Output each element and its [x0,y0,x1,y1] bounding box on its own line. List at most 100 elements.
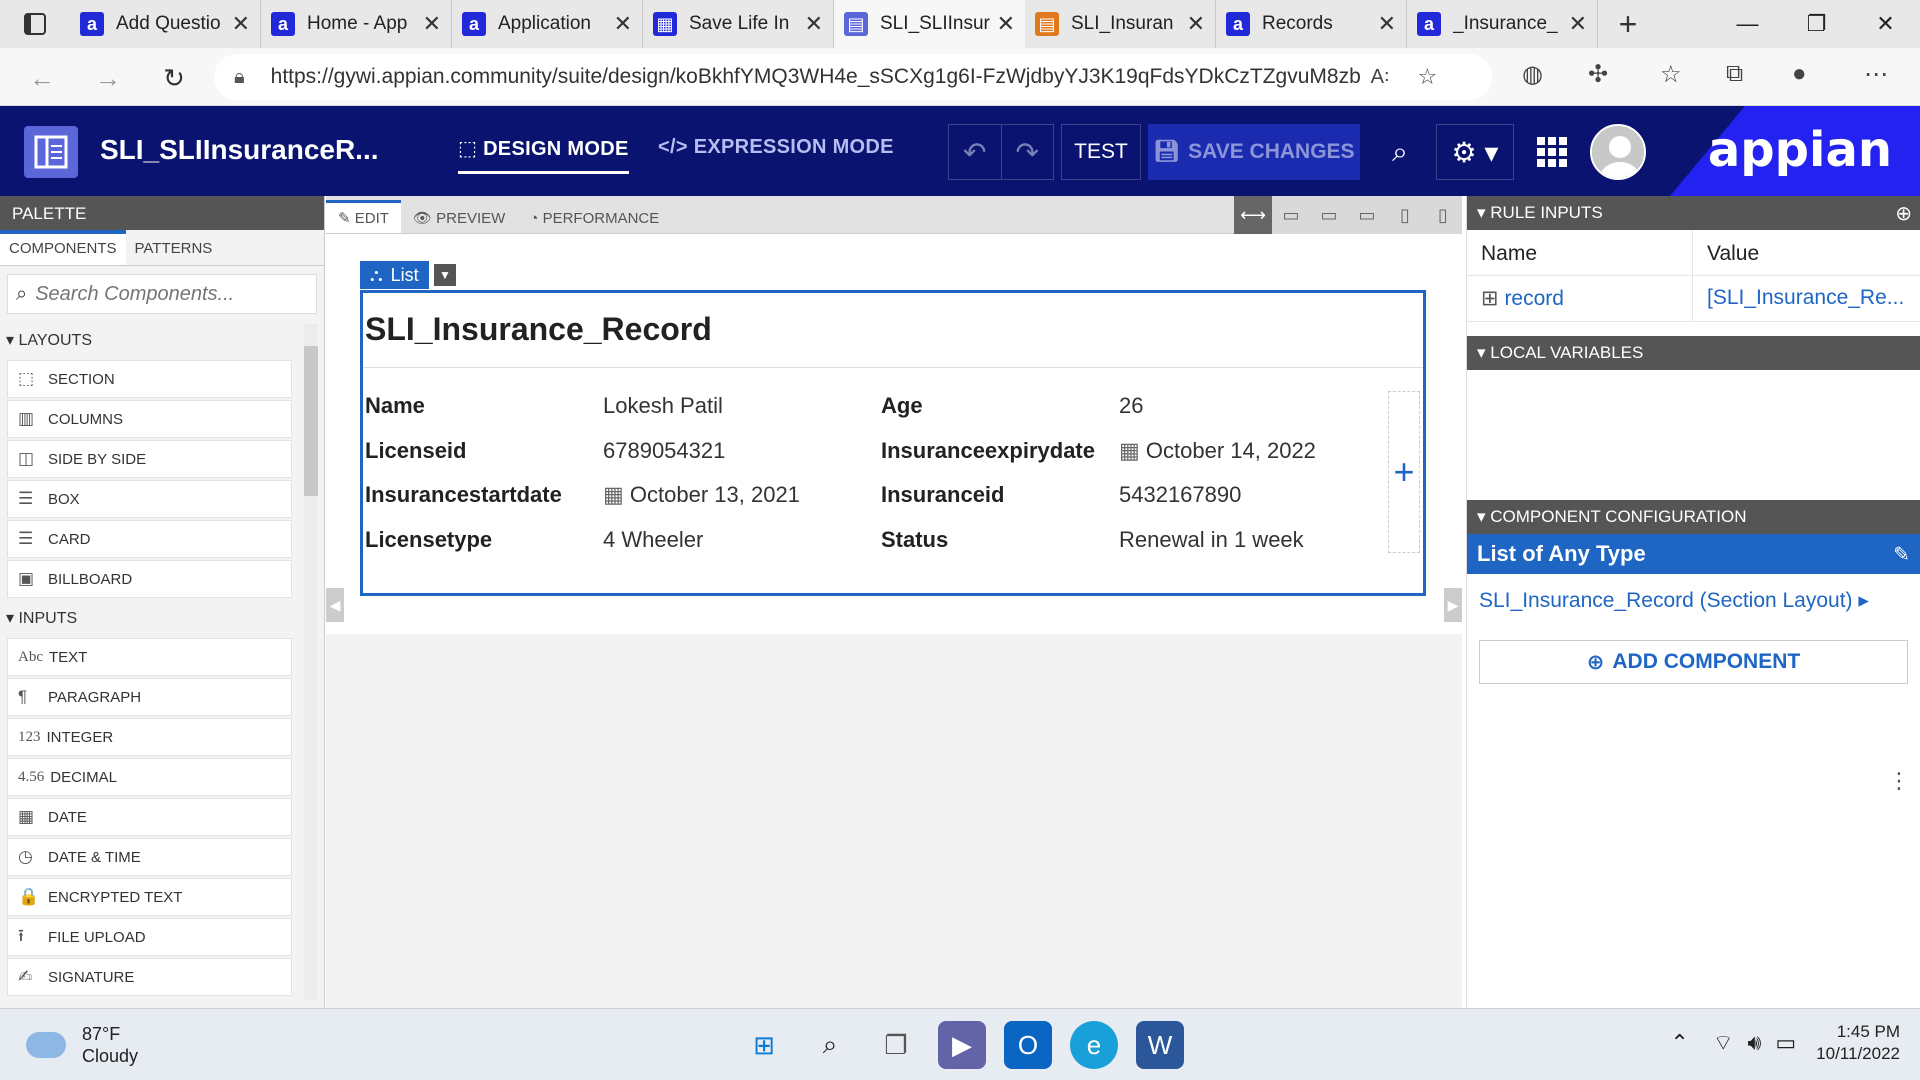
new-tab-button[interactable]: + [1598,0,1658,48]
palette-item[interactable]: ▥ COLUMNS [7,400,292,438]
search-components-input[interactable] [35,282,296,306]
palette-item[interactable]: 4.56 DECIMAL [7,758,292,796]
expression-mode-button[interactable]: </> EXPRESSION MODE [658,136,894,159]
close-window-icon[interactable]: ✕ [1851,0,1920,48]
windows-start-icon[interactable]: ⊞ [740,1021,788,1069]
list-component-chip[interactable]: ⛬ List [360,261,429,289]
browser-tab[interactable]: a Home - App ✕ [261,0,452,48]
extensions-puzzle-icon[interactable]: ✣ [1588,60,1608,89]
local-variables-header[interactable]: ▾ LOCAL VARIABLES [1467,336,1920,370]
collapse-right-icon[interactable]: ▶ [1444,588,1462,622]
close-tab-icon[interactable]: ✕ [1569,11,1587,37]
browser-tab[interactable]: ▤ SLI_Insuran ✕ [1025,0,1216,48]
edge-icon[interactable]: e [1070,1021,1118,1069]
palette-item[interactable]: Abc TEXT [7,638,292,676]
user-avatar[interactable] [1590,124,1646,180]
clock[interactable]: 1:45 PM 10/11/2022 [1816,1021,1900,1065]
palette-item[interactable]: ⬚ SECTION [7,360,292,398]
undo-icon[interactable]: ↶ [949,125,1002,179]
favorites-icon[interactable]: ☆ [1660,60,1682,89]
fit-width-icon[interactable]: ⟷ [1234,196,1272,234]
tab-performance[interactable]: ◔ PERFORMANCE [517,210,671,233]
teams-chat-icon[interactable]: ▶ [938,1021,986,1069]
desktop-icon[interactable]: ▭ [1310,196,1348,234]
close-tab-icon[interactable]: ✕ [614,11,632,37]
search-objects-icon[interactable]: ⌕ [1374,124,1426,180]
favorite-add-icon[interactable]: ☆ [1418,64,1438,90]
tab-edit[interactable]: ✎ EDIT [326,200,401,233]
phone-icon[interactable]: ▯ [1424,196,1462,234]
palette-item[interactable]: ¶ PARAGRAPH [7,678,292,716]
add-column-icon[interactable]: + [1388,391,1420,553]
palette-item[interactable]: ☰ BOX [7,480,292,518]
weather-widget[interactable]: 87°F Cloudy [26,1023,138,1067]
rule-inputs-header[interactable]: ▾ RULE INPUTS ⊕ [1467,196,1920,230]
rule-input-row[interactable]: ⊞ record [SLI_Insurance_Re... [1467,276,1920,322]
expand-plus-icon[interactable]: ⊞ [1481,287,1504,310]
read-aloud-icon[interactable]: A꞉ [1371,66,1390,89]
edit-icon[interactable]: ✎ [1893,542,1910,567]
save-changes-button[interactable]: 💾︎ SAVE CHANGES [1148,124,1360,180]
browser-tab[interactable]: ▦ Save Life In ✕ [643,0,834,48]
child-component-link[interactable]: SLI_Insurance_Record (Section Layout) ▸ [1467,574,1887,628]
browser-tab[interactable]: a _Insurance_ ✕ [1407,0,1598,48]
kebab-menu-icon[interactable]: ⋮ [1888,768,1910,794]
browser-tab[interactable]: ▤ SLI_SLIInsur ✕ [834,0,1025,48]
chevron-down-icon[interactable]: ▼ [434,264,456,286]
palette-scrollbar[interactable] [304,324,318,1000]
browser-tab[interactable]: a Application ✕ [452,0,643,48]
tablet-icon[interactable]: ▯ [1386,196,1424,234]
palette-item[interactable]: 🔒 ENCRYPTED TEXT [7,878,292,916]
tab-components[interactable]: COMPONENTS [0,230,126,265]
component-config-header[interactable]: ▾ COMPONENT CONFIGURATION [1467,500,1920,534]
redo-icon[interactable]: ↷ [1002,125,1054,179]
tab-actions-icon[interactable] [0,0,70,48]
word-icon[interactable]: W [1136,1021,1184,1069]
chevron-up-icon[interactable]: ⌃ [1670,1030,1688,1056]
outlook-icon[interactable]: O [1004,1021,1052,1069]
settings-gear-icon[interactable]: ⚙ ▾ [1436,124,1514,180]
more-menu-icon[interactable]: ⋯ [1864,60,1888,89]
lock-icon[interactable]: 🔒︎ [234,66,245,89]
close-tab-icon[interactable]: ✕ [805,11,823,37]
close-tab-icon[interactable]: ✕ [997,11,1015,37]
palette-item[interactable]: ✍ SIGNATURE [7,958,292,996]
design-mode-button[interactable]: ⬚ DESIGN MODE [458,136,629,174]
close-tab-icon[interactable]: ✕ [423,11,441,37]
browser-tab[interactable]: a Records ✕ [1216,0,1407,48]
close-tab-icon[interactable]: ✕ [232,11,250,37]
test-button[interactable]: TEST [1061,124,1141,180]
refresh-icon[interactable]: ↻ [154,58,194,98]
back-icon[interactable]: ← [22,58,62,98]
forward-icon[interactable]: → [88,58,128,98]
tab-patterns[interactable]: PATTERNS [126,230,222,265]
volume-icon[interactable]: 🔊︎ [1748,1030,1762,1056]
rule-input-value[interactable]: [SLI_Insurance_Re... [1693,276,1919,321]
desktop-wide-icon[interactable]: ▭ [1272,196,1310,234]
close-tab-icon[interactable]: ✕ [1378,11,1396,37]
monitor-icon[interactable]: ▭ [1348,196,1386,234]
navigation-grid-icon[interactable] [1528,124,1576,180]
palette-item[interactable]: ▣ BILLBOARD [7,560,292,598]
task-view-icon[interactable]: ❐ [872,1021,920,1069]
palette-item[interactable]: ☰ CARD [7,520,292,558]
collapse-left-icon[interactable]: ◀ [326,588,344,622]
scrollbar-thumb[interactable] [304,346,318,496]
palette-item[interactable]: 123 INTEGER [7,718,292,756]
url-field[interactable]: 🔒︎ https://gywi.appian.community/suite/d… [214,54,1492,100]
tab-preview[interactable]: 👁︎ PREVIEW [401,209,517,233]
add-rule-input-icon[interactable]: ⊕ [1895,201,1912,226]
rule-input-name[interactable]: record [1504,287,1564,310]
extension-icon[interactable]: ◍ [1522,60,1543,89]
layouts-group-header[interactable]: ▾ LAYOUTS [0,322,324,358]
profile-icon[interactable]: ● [1792,60,1807,88]
browser-tab[interactable]: a Add Questio ✕ [70,0,261,48]
section-layout[interactable]: SLI_Insurance_Record Name Lokesh Patil Age… [360,290,1426,596]
collections-icon[interactable]: ⧉ [1726,60,1743,88]
palette-item[interactable]: ◷ DATE & TIME [7,838,292,876]
minimize-icon[interactable]: — [1713,0,1782,48]
search-icon[interactable]: ⌕ [806,1021,854,1069]
palette-item[interactable]: ▦ DATE [7,798,292,836]
palette-item[interactable]: ◫ SIDE BY SIDE [7,440,292,478]
inputs-group-header[interactable]: ▾ INPUTS [0,600,324,636]
